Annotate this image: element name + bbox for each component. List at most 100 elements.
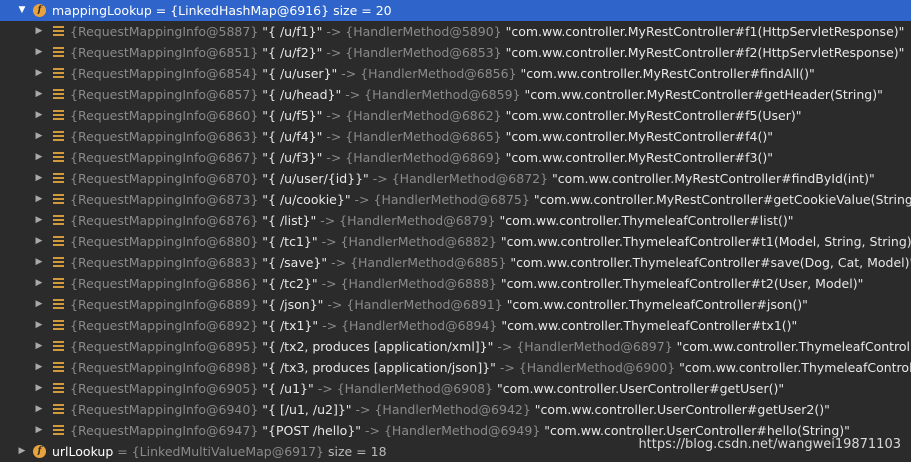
map-entry-icon [53, 173, 64, 184]
entry-key: {RequestMappingInfo@6905} [70, 381, 259, 396]
entry-handler: {HandlerMethod@6897} [516, 339, 673, 354]
entry-pattern: "{ /u/f2}" [262, 45, 323, 60]
size-label: size = 18 [323, 444, 387, 459]
map-entry-row[interactable]: ▶ {RequestMappingInfo@6940} "{ [/u1, /u2]… [0, 399, 911, 420]
entry-key: {RequestMappingInfo@6883} [70, 255, 259, 270]
entry-method: "com.ww.controller.MyRestController#find… [552, 171, 875, 186]
expand-right-icon[interactable]: ▶ [33, 63, 45, 84]
entry-handler: {HandlerMethod@6872} [391, 171, 549, 186]
entry-handler: {HandlerMethod@6888} [340, 276, 497, 291]
map-entry-icon [53, 131, 64, 142]
expand-right-icon[interactable]: ▶ [33, 336, 45, 357]
field-value: {LinkedHashMap@6916} [170, 3, 330, 18]
expand-right-icon[interactable]: ▶ [16, 441, 28, 462]
map-entry-row[interactable]: ▶ {RequestMappingInfo@6851} "{ /u/f2}" ->… [0, 42, 911, 63]
entry-key: {RequestMappingInfo@6854} [70, 66, 259, 81]
expand-right-icon[interactable]: ▶ [33, 21, 45, 42]
map-entry-icon [53, 257, 64, 268]
entry-separator: -> [322, 24, 346, 39]
expand-right-icon[interactable]: ▶ [33, 231, 45, 252]
expand-right-icon[interactable]: ▶ [33, 399, 45, 420]
entry-separator: -> [317, 276, 341, 291]
entry-key: {RequestMappingInfo@6870} [70, 171, 259, 186]
field-icon: f [33, 445, 46, 458]
entry-pattern: "{ /list}" [262, 213, 317, 228]
entry-method: "com.ww.controller.ThymeleafController#t… [676, 339, 911, 354]
entry-separator: -> [317, 234, 341, 249]
equals-sign: = [113, 444, 132, 459]
watermark: https://blog.csdn.net/wangwei19871103 [638, 437, 901, 452]
map-entry-row[interactable]: ▶ {RequestMappingInfo@6892} "{ /tx1}" -> … [0, 315, 911, 336]
expand-right-icon[interactable]: ▶ [33, 189, 45, 210]
entry-handler: {HandlerMethod@6859} [364, 87, 521, 102]
entry-method: "com.ww.controller.ThymeleafController#l… [499, 213, 794, 228]
entry-key: {RequestMappingInfo@6947} [70, 423, 259, 438]
expand-right-icon[interactable]: ▶ [33, 84, 45, 105]
map-entry-row[interactable]: ▶ {RequestMappingInfo@6870} "{ /u/user/{i… [0, 168, 911, 189]
entry-pattern: "{ /u/user/{id}}" [262, 171, 369, 186]
expand-down-icon[interactable]: ▼ [16, 0, 28, 21]
entry-method: "com.ww.controller.MyRestController#f5(U… [505, 108, 802, 123]
expand-right-icon[interactable]: ▶ [33, 252, 45, 273]
entry-handler: {HandlerMethod@6862} [345, 108, 502, 123]
entry-pattern: "{ /save}" [262, 255, 328, 270]
entry-method: "com.ww.controller.ThymeleafController#t… [679, 360, 911, 375]
expand-right-icon[interactable]: ▶ [33, 294, 45, 315]
expand-right-icon[interactable]: ▶ [33, 147, 45, 168]
field-name: mappingLookup [52, 3, 152, 18]
map-entries: ▶ {RequestMappingInfo@5887} "{ /u/f1}" ->… [0, 21, 911, 441]
map-entry-row[interactable]: ▶ {RequestMappingInfo@6857} "{ /u/head}" … [0, 84, 911, 105]
expand-right-icon[interactable]: ▶ [33, 357, 45, 378]
map-entry-row[interactable]: ▶ {RequestMappingInfo@6854} "{ /u/user}" … [0, 63, 911, 84]
entry-method: "com.ww.controller.UserController#hello(… [544, 423, 850, 438]
entry-pattern: "{ /tx3, produces [application/json]}" [262, 360, 496, 375]
entry-separator: -> [341, 87, 365, 102]
map-entry-row[interactable]: ▶ {RequestMappingInfo@6876} "{ /list}" ->… [0, 210, 911, 231]
expand-right-icon[interactable]: ▶ [33, 420, 45, 441]
entry-handler: {HandlerMethod@6900} [518, 360, 676, 375]
map-entry-row[interactable]: ▶ {RequestMappingInfo@6905} "{ /u1}" -> {… [0, 378, 911, 399]
map-entry-icon [53, 194, 64, 205]
entry-pattern: "{ /u/cookie}" [262, 192, 351, 207]
map-entry-icon [53, 152, 64, 163]
entry-handler: {HandlerMethod@6942} [374, 402, 531, 417]
entry-key: {RequestMappingInfo@6940} [70, 402, 259, 417]
expand-right-icon[interactable]: ▶ [33, 42, 45, 63]
expand-right-icon[interactable]: ▶ [33, 378, 45, 399]
map-entry-row[interactable]: ▶ {RequestMappingInfo@6898} "{ /tx3, prod… [0, 357, 911, 378]
expand-right-icon[interactable]: ▶ [33, 210, 45, 231]
entry-method: "com.ww.controller.ThymeleafController#t… [500, 234, 911, 249]
entry-method: "com.ww.controller.ThymeleafController#j… [506, 297, 808, 312]
map-entry-row[interactable]: ▶ {RequestMappingInfo@6880} "{ /tc1}" -> … [0, 231, 911, 252]
entry-handler: {HandlerMethod@6856} [360, 66, 517, 81]
map-entry-icon [53, 404, 64, 415]
map-entry-row[interactable]: ▶ {RequestMappingInfo@6860} "{ /u/f5}" ->… [0, 105, 911, 126]
expand-right-icon[interactable]: ▶ [33, 105, 45, 126]
entry-separator: -> [327, 255, 351, 270]
map-entry-icon [53, 68, 64, 79]
size-label: size = 20 [329, 3, 392, 18]
expand-right-icon[interactable]: ▶ [33, 273, 45, 294]
entry-pattern: "{ /tc1}" [262, 234, 318, 249]
map-entry-icon [53, 110, 64, 121]
map-entry-icon [53, 89, 64, 100]
map-entry-row[interactable]: ▶ {RequestMappingInfo@5887} "{ /u/f1}" ->… [0, 21, 911, 42]
map-entry-row[interactable]: ▶ {RequestMappingInfo@6886} "{ /tc2}" -> … [0, 273, 911, 294]
map-entry-row[interactable]: ▶ {RequestMappingInfo@6895} "{ /tx2, prod… [0, 336, 911, 357]
expand-right-icon[interactable]: ▶ [33, 315, 45, 336]
expand-right-icon[interactable]: ▶ [33, 168, 45, 189]
entry-handler: {HandlerMethod@6908} [336, 381, 494, 396]
entry-pattern: "{ /u/user}" [262, 66, 338, 81]
entry-separator: -> [368, 171, 392, 186]
entry-method: "com.ww.controller.MyRestController#getH… [524, 87, 883, 102]
map-entry-row[interactable]: ▶ {RequestMappingInfo@6889} "{ /json}" ->… [0, 294, 911, 315]
entry-method: "com.ww.controller.MyRestController#f2(H… [505, 45, 905, 60]
map-entry-row[interactable]: ▶ {RequestMappingInfo@6883} "{ /save}" ->… [0, 252, 911, 273]
entry-handler: {HandlerMethod@6865} [345, 129, 502, 144]
expand-right-icon[interactable]: ▶ [33, 126, 45, 147]
entry-pattern: "{ /u/head}" [262, 87, 342, 102]
map-entry-row[interactable]: ▶ {RequestMappingInfo@6863} "{ /u/f4}" ->… [0, 126, 911, 147]
map-entry-row[interactable]: ▶ {RequestMappingInfo@6867} "{ /u/f3}" ->… [0, 147, 911, 168]
map-entry-row[interactable]: ▶ {RequestMappingInfo@6873} "{ /u/cookie}… [0, 189, 911, 210]
tree-row-mapping-lookup[interactable]: ▼ f mappingLookup = {LinkedHashMap@6916}… [0, 0, 911, 21]
